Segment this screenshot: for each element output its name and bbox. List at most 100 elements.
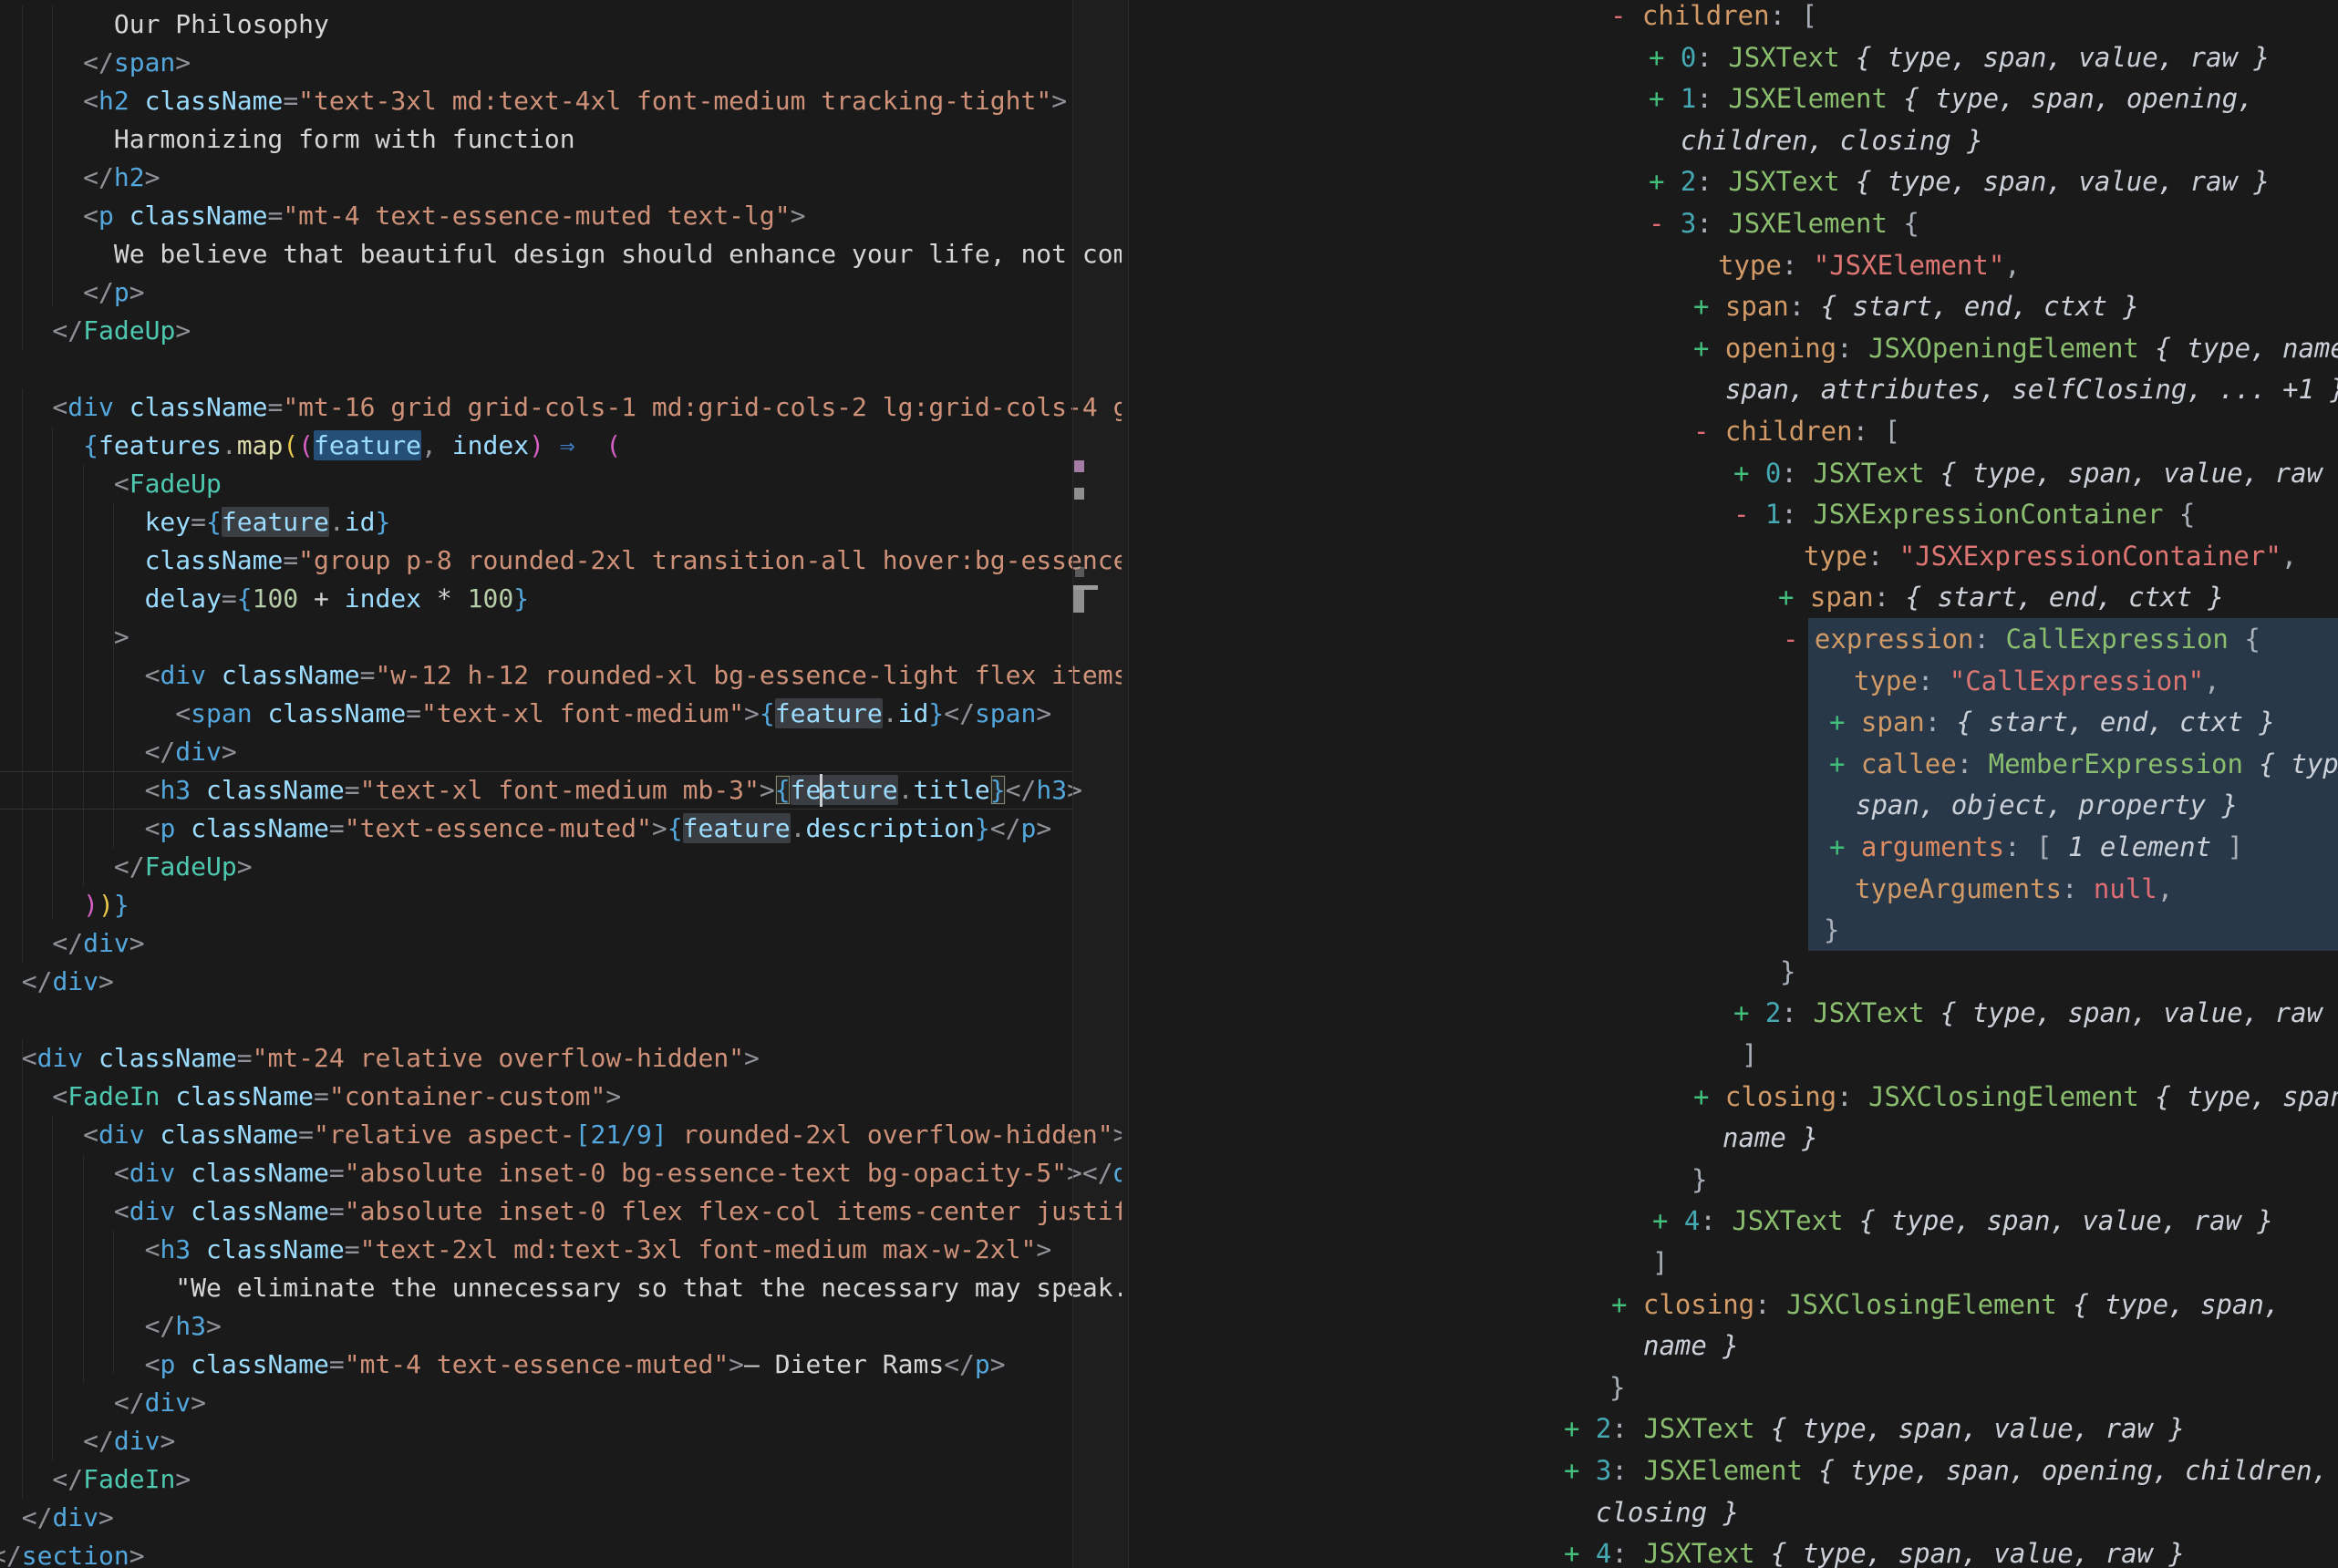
code-token: — Dieter Rams bbox=[744, 1349, 944, 1379]
code-line[interactable]: </span> bbox=[0, 44, 191, 82]
ast-line[interactable]: + 4: JSXText { type, span, value, raw } bbox=[1564, 1532, 2185, 1568]
code-line[interactable]: > bbox=[0, 618, 129, 656]
code-line[interactable]: </div> bbox=[0, 733, 237, 771]
ast-line[interactable]: - children: [ bbox=[1610, 0, 1817, 36]
ast-line[interactable]: ] bbox=[1652, 1242, 1668, 1284]
code-token: div bbox=[175, 737, 222, 767]
code-token: ] bbox=[1652, 1247, 1668, 1278]
code-line[interactable]: </div> bbox=[0, 924, 145, 963]
code-editor-pane[interactable]: Our Philosophy </span> <h2 className="te… bbox=[0, 0, 1122, 1568]
ast-line[interactable]: + callee: MemberExpression { type, bbox=[1829, 743, 2338, 785]
code-token: > bbox=[605, 1081, 621, 1111]
code-line[interactable]: </FadeIn> bbox=[0, 1460, 191, 1499]
ast-line[interactable]: name } bbox=[1722, 1117, 1818, 1159]
ast-line[interactable]: } bbox=[1780, 951, 1795, 993]
code-token: feature bbox=[314, 430, 421, 460]
code-line[interactable]: <p className="mt-4 text-essence-muted">—… bbox=[0, 1346, 1006, 1384]
code-line[interactable]: <div className="relative aspect-[21/9] r… bbox=[0, 1116, 1122, 1154]
code-line[interactable]: <p className="mt-4 text-essence-muted te… bbox=[0, 197, 805, 235]
code-line[interactable]: <h3 className="text-2xl md:text-3xl font… bbox=[0, 1231, 1051, 1269]
code-line[interactable]: className="group p-8 rounded-2xl transit… bbox=[0, 542, 1122, 580]
code-line[interactable]: </h3> bbox=[0, 1307, 222, 1346]
code-line[interactable]: Harmonizing form with function bbox=[0, 120, 575, 159]
code-line[interactable]: <div className="absolute inset-0 flex fl… bbox=[0, 1192, 1122, 1231]
ast-line[interactable]: } bbox=[1824, 909, 1839, 951]
code-line[interactable]: <div className="absolute inset-0 bg-esse… bbox=[0, 1154, 1122, 1192]
code-token: ( bbox=[283, 430, 298, 460]
code-line[interactable]: </FadeUp> bbox=[0, 848, 253, 886]
code-line[interactable]: {features.map((feature, index) ⇒ ( bbox=[0, 427, 621, 465]
ast-line[interactable]: ] bbox=[1742, 1034, 1757, 1076]
code-line[interactable]: </div> bbox=[0, 963, 114, 1001]
ast-line[interactable]: type: "JSXElement", bbox=[1718, 244, 2021, 286]
ast-line[interactable]: + 2: JSXText { type, span, value, raw } bbox=[1564, 1408, 2185, 1449]
code-line[interactable]: delay={100 + index * 100} bbox=[0, 580, 529, 618]
code-token: feature bbox=[683, 813, 791, 843]
code-line[interactable]: <FadeIn className="container-custom"> bbox=[0, 1078, 621, 1116]
ast-line[interactable]: - 1: JSXExpressionContainer { bbox=[1733, 493, 2195, 535]
code-line[interactable]: </FadeUp> bbox=[0, 312, 191, 350]
code-line[interactable]: ))} bbox=[0, 886, 129, 924]
code-token: . bbox=[222, 430, 237, 460]
code-line[interactable]: <h3 className="text-xl font-medium mb-3"… bbox=[0, 771, 1082, 810]
code-line[interactable]: <div className="mt-24 relative overflow-… bbox=[0, 1039, 760, 1078]
code-line[interactable]: </section> bbox=[0, 1537, 145, 1568]
code-token: closing } bbox=[1596, 1497, 1739, 1528]
ast-line[interactable]: type: "JSXExpressionContainer", bbox=[1804, 535, 2297, 577]
code-line[interactable]: We believe that beautiful design should … bbox=[0, 235, 1122, 273]
ast-line[interactable]: typeArguments: null, bbox=[1855, 868, 2173, 910]
code-line[interactable]: </h2> bbox=[0, 159, 160, 197]
code-line[interactable]: <div className="w-12 h-12 rounded-xl bg-… bbox=[0, 656, 1122, 695]
ast-line[interactable]: name } bbox=[1643, 1325, 1739, 1367]
ast-tree-pane[interactable]: - children: [+ 0: JSXText { type, span, … bbox=[1129, 0, 2338, 1568]
ast-line[interactable]: + 4: JSXText { type, span, value, raw } bbox=[1652, 1200, 2273, 1242]
ast-line[interactable]: + 1: JSXElement { type, span, opening, bbox=[1649, 77, 2254, 119]
code-token: < bbox=[0, 1196, 129, 1226]
ast-line[interactable]: - expression: CallExpression { bbox=[1783, 618, 2260, 660]
code-line[interactable]: Our Philosophy bbox=[0, 5, 329, 44]
ast-line[interactable]: + closing: JSXClosingElement { type, spa… bbox=[1693, 1076, 2338, 1118]
ast-line[interactable]: + opening: JSXOpeningElement { type, nam… bbox=[1693, 327, 2338, 369]
code-line[interactable]: </div> bbox=[0, 1384, 206, 1422]
overview-ruler[interactable] bbox=[1072, 0, 1129, 1568]
code-token: 4 bbox=[1596, 1538, 1611, 1568]
ast-line[interactable]: + span: { start, end, ctxt } bbox=[1829, 701, 2275, 743]
ast-line[interactable]: span, attributes, selfClosing, ... +1 } bbox=[1725, 368, 2338, 410]
ast-line[interactable]: + arguments: [ 1 element ] bbox=[1829, 826, 2243, 868]
ast-line[interactable]: + 2: JSXText { type, span, value, raw } bbox=[1733, 992, 2338, 1034]
ast-line[interactable]: - children: [ bbox=[1693, 410, 1900, 452]
code-line[interactable]: </div> bbox=[0, 1499, 114, 1537]
ast-line[interactable]: type: "CallExpression", bbox=[1854, 660, 2220, 702]
ast-line[interactable]: } bbox=[1691, 1159, 1707, 1201]
code-line[interactable]: "We eliminate the unnecessary so that th… bbox=[0, 1269, 1122, 1307]
ast-line[interactable]: + 0: JSXText { type, span, value, raw } bbox=[1733, 452, 2338, 494]
code-line[interactable]: <div className="mt-16 grid grid-cols-1 m… bbox=[0, 388, 1122, 427]
ast-line[interactable]: span, object, property } bbox=[1856, 784, 2238, 826]
code-token: { type, span, value, raw } bbox=[1844, 1205, 2273, 1236]
code-line[interactable]: key={feature.id} bbox=[0, 503, 390, 542]
code-token: FadeIn bbox=[83, 1464, 175, 1494]
code-line[interactable]: </p> bbox=[0, 273, 145, 312]
ast-line[interactable]: + 3: JSXElement { type, span, opening, c… bbox=[1564, 1449, 2328, 1491]
ast-line[interactable]: + closing: JSXClosingElement { type, spa… bbox=[1611, 1284, 2280, 1326]
ast-line[interactable]: - 3: JSXElement { bbox=[1649, 202, 1919, 244]
ast-line[interactable]: + 0: JSXText { type, span, value, raw } bbox=[1649, 36, 2270, 78]
ast-line[interactable]: + 2: JSXText { type, span, value, raw } bbox=[1649, 160, 2270, 202]
ast-line[interactable]: } bbox=[1609, 1367, 1625, 1408]
code-token: h3 bbox=[160, 775, 191, 805]
code-token: id bbox=[345, 507, 376, 537]
ast-line[interactable]: closing } bbox=[1596, 1491, 1739, 1533]
code-line[interactable]: <span className="text-xl font-medium">{f… bbox=[0, 695, 1051, 733]
code-line[interactable]: <h2 className="text-3xl md:text-4xl font… bbox=[0, 82, 1067, 120]
code-token: p bbox=[160, 813, 175, 843]
code-line[interactable]: </div> bbox=[0, 1422, 175, 1460]
code-token: </ bbox=[944, 698, 975, 728]
ast-line[interactable]: + span: { start, end, ctxt } bbox=[1693, 285, 2139, 327]
ast-line[interactable]: children, closing } bbox=[1681, 119, 1983, 161]
code-token: = bbox=[314, 1081, 329, 1111]
code-token: : bbox=[1974, 624, 2006, 655]
code-line[interactable]: <p className="text-essence-muted">{featu… bbox=[0, 810, 1051, 848]
code-token: JSXExpressionContainer bbox=[1813, 499, 2163, 530]
ast-line[interactable]: + span: { start, end, ctxt } bbox=[1778, 576, 2224, 618]
code-line[interactable]: <FadeUp bbox=[0, 465, 222, 503]
